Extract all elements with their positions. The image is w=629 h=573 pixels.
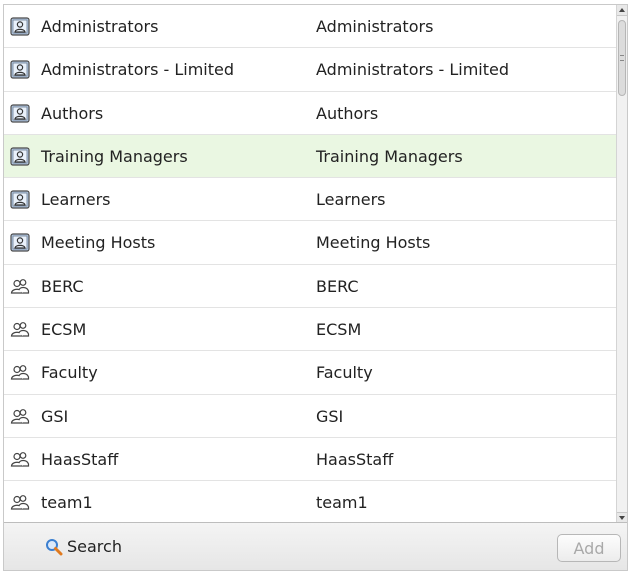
group-list: Administrators Administrators Administrato… <box>4 5 616 523</box>
scroll-up-arrow-icon[interactable] <box>617 5 627 16</box>
custom-group-icon <box>10 363 30 382</box>
group-login: Administrators <box>316 17 434 36</box>
group-login: team1 <box>316 493 368 513</box>
group-login: Faculty <box>316 363 373 383</box>
group-row[interactable]: Faculty Faculty <box>4 351 616 395</box>
group-name: BERC <box>41 276 84 296</box>
group-login: Learners <box>316 190 386 210</box>
group-login: Meeting Hosts <box>316 233 431 253</box>
scrollbar-grip-icon <box>620 55 624 61</box>
group-login: Administrators - Limited <box>316 60 510 80</box>
custom-group-icon <box>10 320 30 339</box>
custom-group-icon <box>10 450 30 469</box>
group-name: Authors <box>41 103 104 123</box>
group-login: BERC <box>316 276 359 296</box>
group-row[interactable]: Meeting Hosts Meeting Hosts <box>4 221 616 265</box>
builtin-group-icon <box>10 60 30 79</box>
group-row[interactable]: BERC BERC <box>4 265 616 309</box>
builtin-group-icon <box>10 147 30 166</box>
group-login: Training Managers <box>316 146 463 166</box>
group-row[interactable]: GSI GSI <box>4 395 616 438</box>
group-row[interactable]: Training Managers Training Managers <box>4 134 616 179</box>
group-name: Faculty <box>41 363 98 383</box>
group-picker-panel: Administrators Administrators Administrato… <box>3 4 628 571</box>
group-row[interactable]: team1 team1 <box>4 481 616 523</box>
group-name: team1 <box>41 493 93 513</box>
group-name: Administrators - Limited <box>41 60 235 80</box>
custom-group-icon <box>10 407 30 426</box>
group-login: HaasStaff <box>316 449 394 469</box>
group-row[interactable]: Administrators - Limited Administrators -… <box>4 48 616 92</box>
group-row[interactable]: Authors Authors <box>4 92 616 135</box>
group-login: GSI <box>316 406 344 426</box>
builtin-group-icon <box>10 103 30 123</box>
group-row[interactable]: Administrators Administrators <box>4 5 616 49</box>
search-label: Search <box>67 537 122 556</box>
custom-group-icon <box>10 493 30 512</box>
group-name: ECSM <box>41 320 87 340</box>
builtin-group-icon <box>10 190 30 209</box>
search-link[interactable]: Search <box>45 537 122 556</box>
group-name: HaasStaff <box>41 449 119 469</box>
vertical-scrollbar[interactable] <box>616 5 627 523</box>
scrollbar-thumb[interactable] <box>618 20 626 96</box>
group-name: Learners <box>41 190 111 210</box>
group-name: Training Managers <box>41 146 188 166</box>
group-row[interactable]: ECSM ECSM <box>4 308 616 352</box>
group-login: ECSM <box>316 320 362 340</box>
custom-group-icon <box>10 277 30 296</box>
group-row[interactable]: HaasStaff HaasStaff <box>4 438 616 482</box>
group-name: Meeting Hosts <box>41 233 156 253</box>
builtin-group-icon <box>10 17 30 36</box>
add-button[interactable]: Add <box>557 534 621 562</box>
group-login: Authors <box>316 103 379 123</box>
group-name: GSI <box>41 406 69 426</box>
footer-toolbar: Search Add <box>4 522 627 570</box>
group-name: Administrators <box>41 17 159 36</box>
magnifier-icon <box>46 538 63 555</box>
builtin-group-icon <box>10 233 30 253</box>
group-row[interactable]: Learners Learners <box>4 178 616 222</box>
